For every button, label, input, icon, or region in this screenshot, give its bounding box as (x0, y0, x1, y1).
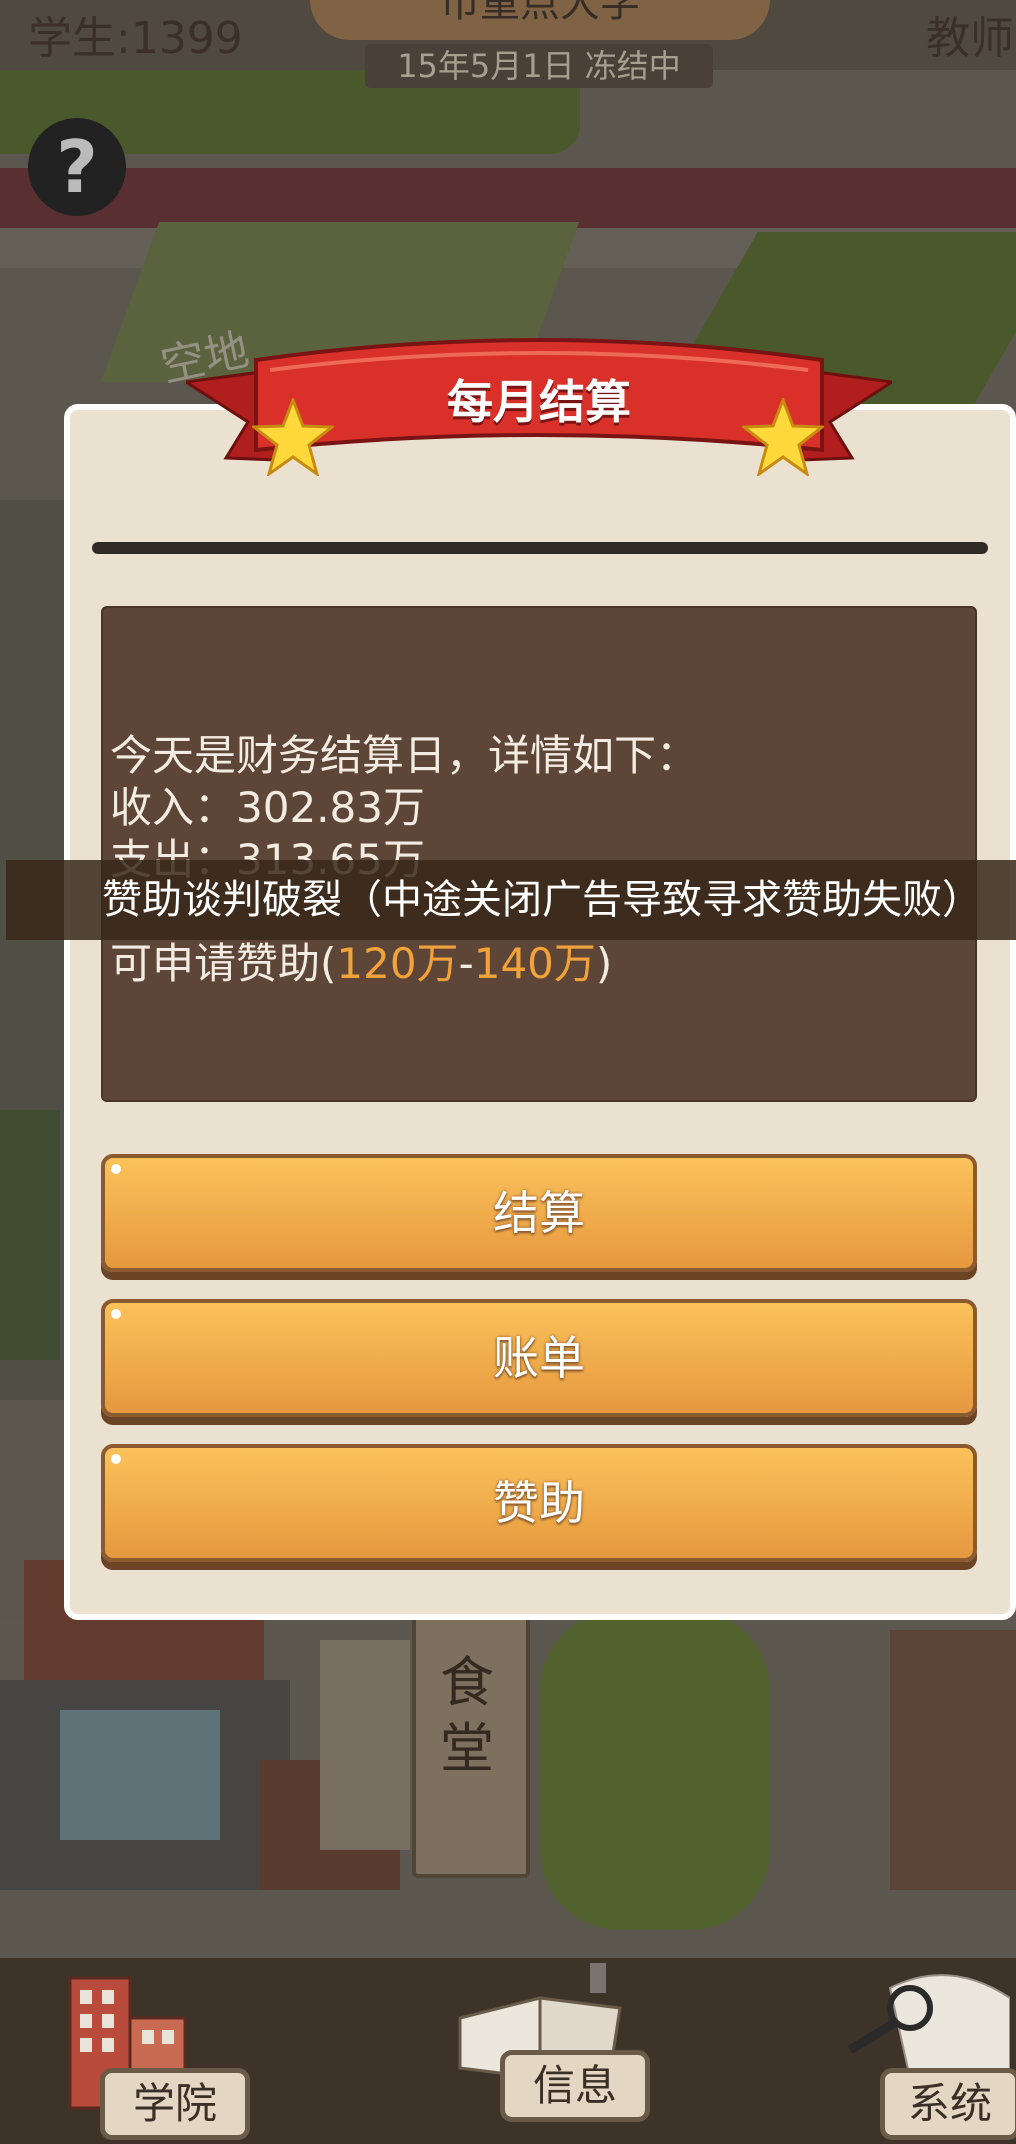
school-banner: 市重点大学 (310, 0, 770, 40)
sponsor-low-value: 120万 (336, 939, 459, 988)
settle-button[interactable]: 结算 (101, 1154, 977, 1272)
tab-system[interactable]: 系统 (830, 1968, 1016, 2144)
date-status: 15年5月1日 冻结中 (365, 44, 713, 88)
title-ribbon: 每月结算 (181, 330, 897, 480)
sponsorship-failed-toast: 赞助谈判破裂（中途关闭广告导致寻求赞助失败） (6, 860, 1016, 940)
sponsor-high-value: 140万 (473, 939, 596, 988)
tab-college-label: 学院 (100, 2068, 250, 2140)
tab-info[interactable]: 信息 (440, 1958, 660, 2144)
sponsor-button[interactable]: 赞助 (101, 1444, 977, 1562)
tab-college[interactable]: 学院 (40, 1968, 260, 2144)
student-count: 学生:1399 (28, 13, 243, 64)
question-icon: ? (56, 125, 98, 209)
teacher-count: 教师 (926, 13, 1014, 64)
dialog-title: 每月结算 (447, 375, 631, 429)
tab-system-label: 系统 (880, 2068, 1016, 2140)
help-button[interactable]: ? (28, 118, 126, 216)
tab-info-label: 信息 (500, 2050, 650, 2122)
school-name: 市重点大学 (440, 0, 640, 26)
bill-button[interactable]: 账单 (101, 1299, 977, 1417)
bottom-nav: 学院 信息 系统 (0, 1958, 1016, 2144)
dialog-divider (92, 542, 988, 554)
